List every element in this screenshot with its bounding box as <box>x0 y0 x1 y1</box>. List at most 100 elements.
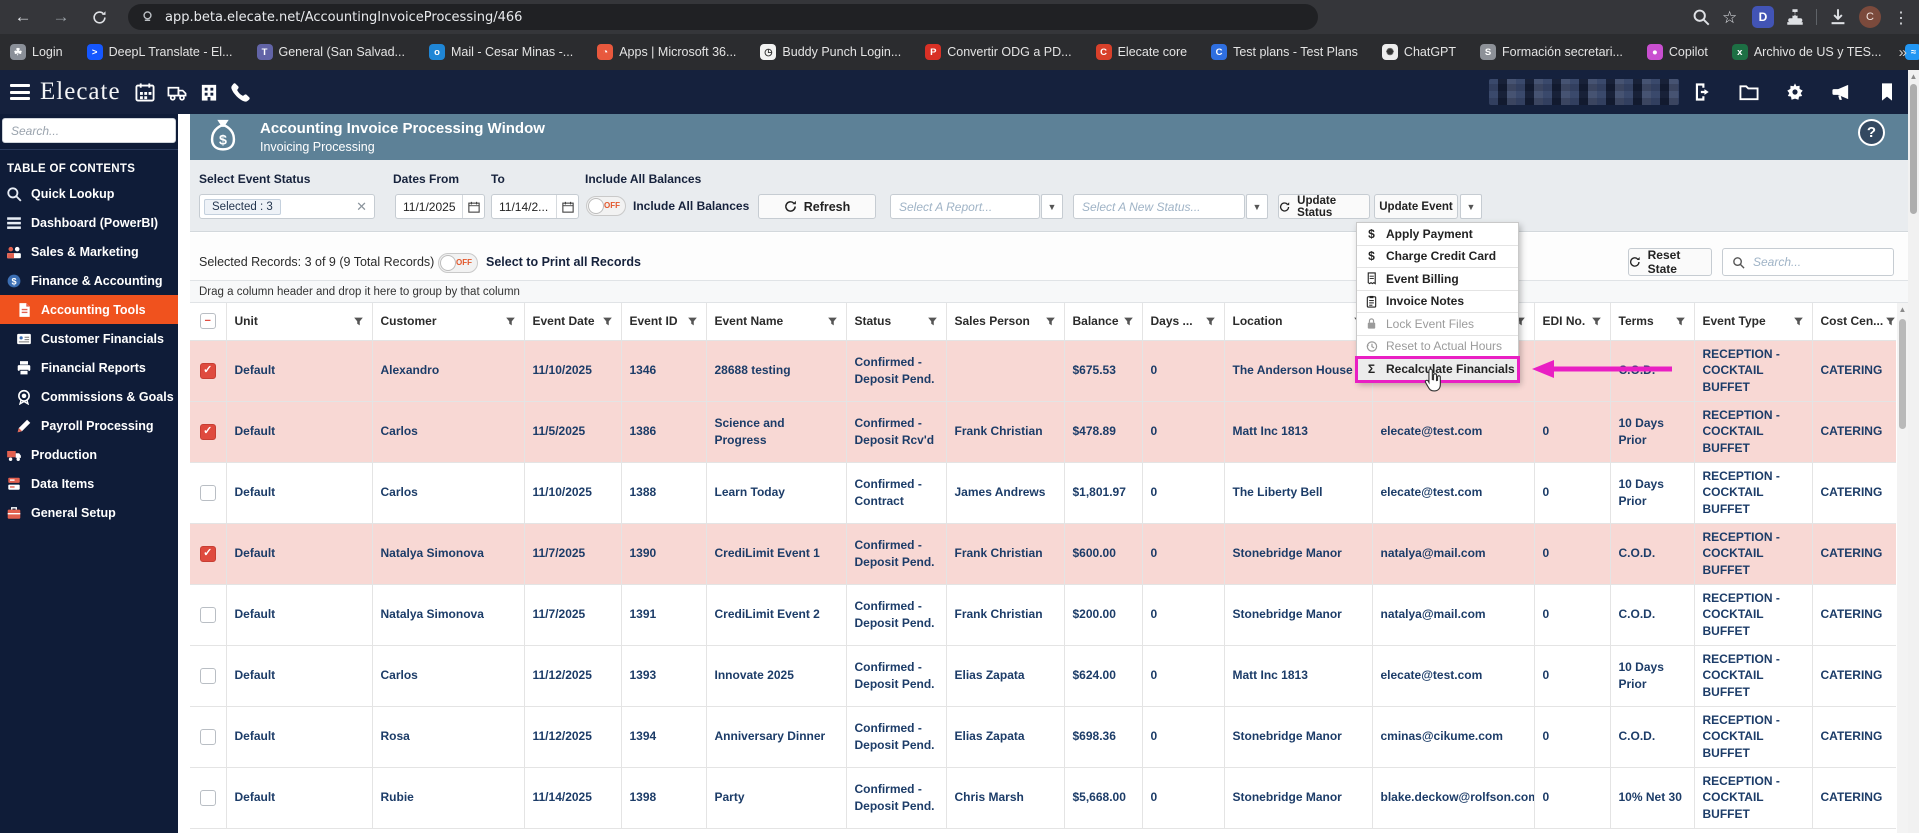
refresh-button[interactable]: Refresh <box>758 194 876 219</box>
row-select-cell[interactable]: ✓ <box>190 340 227 402</box>
address-bar[interactable]: app.beta.elecate.net/AccountingInvoicePr… <box>128 4 1318 30</box>
include-balances-toggle[interactable]: OFF <box>586 196 626 216</box>
delivery-truck-icon[interactable] <box>167 82 187 102</box>
calendar-icon[interactable] <box>135 82 155 102</box>
table-row[interactable]: ✓ Default Natalya Simonova 11/7/2025 1390 Cre… <box>190 523 1896 585</box>
table-row[interactable]: Default Natalya Simonova 11/7/2025 1391 Cred… <box>190 584 1896 646</box>
column-header-sales-person[interactable]: Sales Person <box>946 303 1065 341</box>
bookmark-item[interactable]: > DeepL Translate - El... <box>86 44 233 60</box>
reset-state-button[interactable]: Reset State <box>1628 248 1712 276</box>
select-all-header[interactable]: − <box>190 303 227 341</box>
row-select-cell[interactable]: ✓ <box>190 523 227 585</box>
forward-icon[interactable]: → <box>46 2 76 32</box>
menu-item-charge-credit-card[interactable]: $ Charge Credit Card <box>1357 245 1518 268</box>
phone-icon[interactable] <box>230 82 251 102</box>
event-status-select[interactable]: Selected : 3 ✕ <box>199 194 375 219</box>
row-select-cell[interactable] <box>190 767 227 829</box>
download-icon[interactable] <box>1829 8 1847 26</box>
filter-funnel-icon[interactable] <box>1205 316 1216 327</box>
extensions-puzzle-icon[interactable] <box>1786 8 1804 26</box>
filter-funnel-icon[interactable] <box>827 316 838 327</box>
filter-funnel-icon[interactable] <box>505 316 516 327</box>
column-header-cost-cen-[interactable]: Cost Cen... <box>1812 303 1896 341</box>
sidebar-item-financial-reports[interactable]: Financial Reports <box>0 353 178 382</box>
folder-icon[interactable] <box>1739 82 1759 102</box>
filter-funnel-icon[interactable] <box>1123 316 1134 327</box>
report-select-chevron-icon[interactable]: ▼ <box>1041 194 1063 219</box>
grid-search-input[interactable]: Search... <box>1722 248 1894 276</box>
row-select-cell[interactable] <box>190 706 227 768</box>
column-header-event-date[interactable]: Event Date <box>524 303 622 341</box>
sidebar-item-sales-marketing[interactable]: Sales & Marketing <box>0 237 178 266</box>
row-checkbox-checked[interactable]: ✓ <box>199 545 216 562</box>
bookmark-item[interactable]: ● Copilot <box>1646 44 1708 60</box>
row-select-cell[interactable] <box>190 645 227 707</box>
grid-vertical-scrollbar[interactable]: ▲ <box>1897 303 1908 833</box>
gear-icon[interactable] <box>1785 82 1805 102</box>
sidebar-item-payroll-processing[interactable]: Payroll Processing <box>0 411 178 440</box>
filter-funnel-icon[interactable] <box>353 316 364 327</box>
elecate-logo[interactable]: Elecate <box>40 78 121 106</box>
bookmark-item[interactable]: ◔ Apps | Microsoft 36... <box>597 44 736 60</box>
bookmark-item[interactable]: P Convertir ODG a PD... <box>925 44 1072 60</box>
column-header-customer[interactable]: Customer <box>372 303 525 341</box>
reload-icon[interactable] <box>84 2 114 32</box>
filter-funnel-icon[interactable] <box>1045 316 1056 327</box>
bookmark-star-icon[interactable]: ☆ <box>1722 8 1740 27</box>
row-checkbox-unchecked[interactable] <box>199 728 216 745</box>
bookmark-item[interactable]: ≈ELGENERO <box>1905 44 1919 60</box>
column-header-event-id[interactable]: Event ID <box>621 303 707 341</box>
sidebar-item-accounting-tools[interactable]: Accounting Tools <box>0 295 178 324</box>
date-from-input[interactable]: 11/1/2025 <box>395 194 485 219</box>
row-checkbox-checked[interactable]: ✓ <box>199 362 216 379</box>
column-header-unit[interactable]: Unit <box>226 303 373 341</box>
column-header-days-[interactable]: Days ... <box>1142 303 1225 341</box>
filter-funnel-icon[interactable] <box>1675 316 1686 327</box>
row-checkbox-unchecked[interactable] <box>199 484 216 501</box>
sidebar-item-customer-financials[interactable]: Customer Financials <box>0 324 178 353</box>
bookmark-icon[interactable] <box>1877 82 1897 102</box>
hamburger-icon[interactable] <box>10 84 30 100</box>
report-select[interactable]: Select A Report... <box>890 194 1040 219</box>
column-header-balance[interactable]: Balance <box>1064 303 1143 341</box>
menu-item-apply-payment[interactable]: $ Apply Payment <box>1357 223 1518 246</box>
table-row[interactable]: Default Rubie 11/14/2025 1398 Party Confirmed… <box>190 767 1896 829</box>
filter-funnel-icon[interactable] <box>1793 316 1804 327</box>
new-status-select-chevron-icon[interactable]: ▼ <box>1246 194 1268 219</box>
select-all-checkbox[interactable]: − <box>199 313 216 330</box>
table-row[interactable]: Default Carlos 11/10/2025 1388 Learn Today Co… <box>190 462 1896 524</box>
row-checkbox-unchecked[interactable] <box>199 667 216 684</box>
grid-scrollbar-thumb[interactable] <box>1899 319 1906 429</box>
sidebar-item-general-setup[interactable]: General Setup <box>0 498 178 527</box>
back-icon[interactable]: ← <box>8 2 38 32</box>
column-header-edi-no-[interactable]: EDI No. <box>1534 303 1611 341</box>
menu-item-lock-event-files[interactable]: Lock Event Files <box>1357 313 1518 336</box>
clear-status-icon[interactable]: ✕ <box>356 199 367 215</box>
row-select-cell[interactable]: ✓ <box>190 401 227 463</box>
table-row[interactable]: Default Rosa 11/12/2025 1394 Anniversary Din… <box>190 706 1896 768</box>
sidebar-search-input[interactable]: Search... <box>2 118 176 143</box>
filter-funnel-icon[interactable] <box>602 316 613 327</box>
bookmark-item[interactable]: C Elecate core <box>1095 44 1187 60</box>
menu-item-event-billing[interactable]: Event Billing <box>1357 268 1518 291</box>
column-header-location[interactable]: Location <box>1224 303 1373 341</box>
kebab-menu-icon[interactable]: ⋮ <box>1893 8 1911 27</box>
new-status-select[interactable]: Select A New Status... <box>1073 194 1245 219</box>
page-scroll-up-icon[interactable]: ▲ <box>1908 70 1919 82</box>
column-header-status[interactable]: Status <box>846 303 947 341</box>
group-by-bar[interactable]: Drag a column header and drop it here to… <box>190 280 1909 303</box>
bookmark-item[interactable]: T General (San Salvad... <box>256 44 405 60</box>
avatar[interactable]: C <box>1859 6 1881 28</box>
sidebar-item-finance-accounting[interactable]: $ Finance & Accounting <box>0 266 178 295</box>
row-checkbox-unchecked[interactable] <box>199 606 216 623</box>
venue-building-icon[interactable] <box>199 82 219 102</box>
update-event-chevron-icon[interactable]: ▼ <box>1460 194 1482 219</box>
menu-item-invoice-notes[interactable]: Invoice Notes <box>1357 290 1518 313</box>
page-scrollbar-thumb[interactable] <box>1910 84 1917 214</box>
sidebar-item-data-items[interactable]: Data Items <box>0 469 178 498</box>
page-vertical-scrollbar[interactable]: ▲ <box>1908 70 1919 833</box>
update-event-button[interactable]: Update Event <box>1374 194 1458 219</box>
filter-funnel-icon[interactable] <box>1591 316 1602 327</box>
column-header-terms[interactable]: Terms <box>1610 303 1695 341</box>
help-button[interactable]: ? <box>1858 119 1885 146</box>
